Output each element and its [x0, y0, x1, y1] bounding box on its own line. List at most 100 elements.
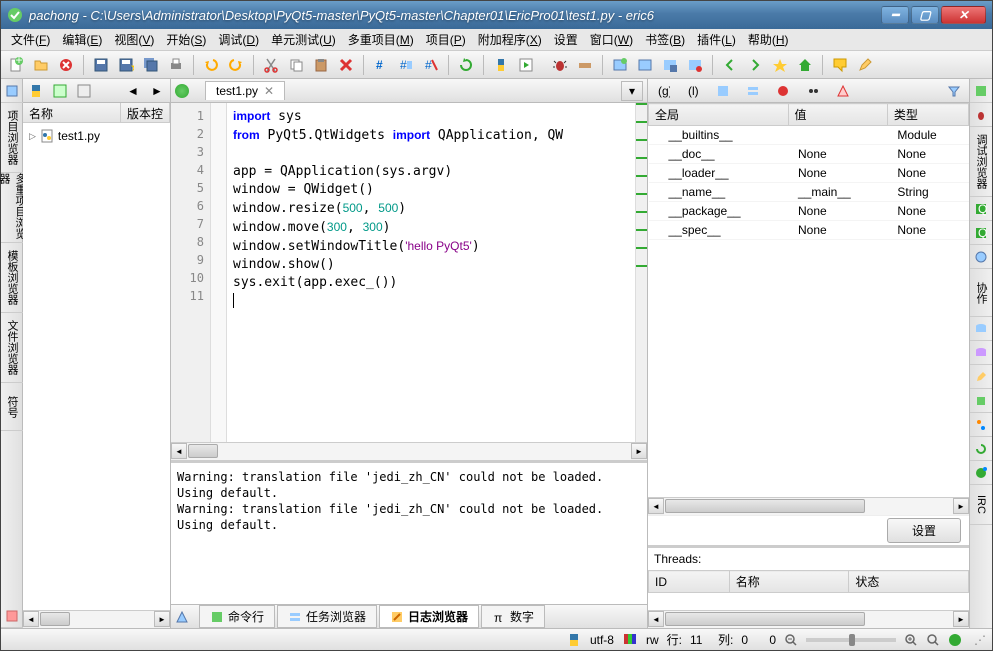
- menu-item[interactable]: 设置: [548, 29, 584, 50]
- comment-icon[interactable]: #: [370, 54, 392, 76]
- bottom-collapse-icon[interactable]: [175, 610, 193, 624]
- project-col-name[interactable]: 名称: [23, 103, 121, 122]
- dbg-globals-icon[interactable]: (g): [652, 80, 674, 102]
- tree-expand-icon[interactable]: ▷: [29, 131, 36, 142]
- menu-item[interactable]: 多重项目(M): [342, 29, 420, 50]
- bottom-tab[interactable]: 任务浏览器: [277, 605, 377, 628]
- project-close-icon[interactable]: [684, 54, 706, 76]
- rrail-qt1-icon[interactable]: Qt: [970, 197, 992, 221]
- debug-hscrollbar[interactable]: ◄►: [648, 497, 969, 515]
- threads-hscrollbar[interactable]: ◄►: [648, 610, 969, 628]
- rail-template-browser[interactable]: 模板浏览器: [1, 243, 23, 313]
- save-all-icon[interactable]: [140, 54, 162, 76]
- paste-icon[interactable]: [310, 54, 332, 76]
- undo-icon[interactable]: [200, 54, 222, 76]
- rrail-pencil-icon[interactable]: [970, 365, 992, 389]
- rrail-irc[interactable]: IRC: [970, 485, 992, 525]
- menu-item[interactable]: 窗口(W): [584, 29, 639, 50]
- editor-tab[interactable]: test1.py ✕: [205, 81, 285, 100]
- rrail-network-icon[interactable]: [970, 461, 992, 485]
- tool-icon[interactable]: [574, 54, 596, 76]
- menu-item[interactable]: 开始(S): [160, 29, 212, 50]
- var-col-value[interactable]: 值: [788, 104, 887, 126]
- project-tab-right-icon[interactable]: ►: [148, 82, 166, 100]
- delete-icon[interactable]: [335, 54, 357, 76]
- dbg-filter-icon[interactable]: [943, 80, 965, 102]
- rrail-top-icon[interactable]: [970, 79, 992, 103]
- var-col-type[interactable]: 类型: [887, 104, 968, 126]
- rrail-coop[interactable]: 协作: [970, 269, 992, 317]
- project-save-icon[interactable]: [659, 54, 681, 76]
- rail-file-browser[interactable]: 文件浏览器: [1, 313, 23, 383]
- resize-grip[interactable]: ⋰: [974, 633, 986, 647]
- nav-fwd-icon[interactable]: [744, 54, 766, 76]
- rrail-db1-icon[interactable]: [970, 317, 992, 341]
- var-col-name[interactable]: 全局: [649, 104, 789, 126]
- rrail-qt2-icon[interactable]: Qt: [970, 221, 992, 245]
- rail-symbols[interactable]: 符号: [1, 383, 23, 431]
- variable-row[interactable]: __spec__NoneNone: [649, 221, 969, 240]
- cut-icon[interactable]: [260, 54, 282, 76]
- dbg-except-icon[interactable]: [832, 80, 854, 102]
- code-content[interactable]: import sys from PyQt5.QtWidgets import Q…: [227, 103, 635, 442]
- dbg-break-icon[interactable]: [772, 80, 794, 102]
- project-tab-forms-icon[interactable]: [51, 82, 69, 100]
- rrail-refresh-icon[interactable]: [970, 437, 992, 461]
- editor-tab-close-icon[interactable]: ✕: [264, 84, 274, 98]
- editor-tab-dropdown[interactable]: ▾: [621, 81, 643, 101]
- tree-file-item[interactable]: ▷ test1.py: [27, 127, 166, 145]
- rrail-vcs-icon[interactable]: [970, 413, 992, 437]
- menu-item[interactable]: 调试(D): [212, 29, 265, 50]
- variable-row[interactable]: __package__NoneNone: [649, 202, 969, 221]
- comment-block-icon[interactable]: #: [395, 54, 417, 76]
- thread-col-state[interactable]: 状态: [849, 571, 969, 593]
- rail-collapse-icon[interactable]: [1, 79, 23, 103]
- project-tab-others-icon[interactable]: [75, 82, 93, 100]
- print-icon[interactable]: [165, 54, 187, 76]
- uncomment-icon[interactable]: #: [420, 54, 442, 76]
- project-hscrollbar[interactable]: ◄►: [23, 610, 170, 628]
- variable-row[interactable]: __doc__NoneNone: [649, 145, 969, 164]
- menu-item[interactable]: 帮助(H): [742, 29, 795, 50]
- variable-row[interactable]: __name____main__String: [649, 183, 969, 202]
- save-icon[interactable]: [90, 54, 112, 76]
- project-open-icon[interactable]: [634, 54, 656, 76]
- project-tab-left-icon[interactable]: ◄: [124, 82, 142, 100]
- fold-gutter[interactable]: [211, 103, 227, 442]
- rrail-bug-icon[interactable]: [970, 103, 992, 127]
- thread-col-name[interactable]: 名称: [729, 571, 849, 593]
- rrail-globe-icon[interactable]: [970, 245, 992, 269]
- reload-icon[interactable]: [455, 54, 477, 76]
- bottom-tab[interactable]: 命令行: [199, 605, 275, 628]
- dbg-locals-icon[interactable]: (l): [682, 80, 704, 102]
- whatsthis-icon[interactable]: [829, 54, 851, 76]
- rail-bottom-icon[interactable]: [1, 604, 23, 628]
- close-file-icon[interactable]: [55, 54, 77, 76]
- zoom-reset-icon[interactable]: [926, 633, 940, 647]
- menu-item[interactable]: 单元测试(U): [265, 29, 342, 50]
- project-tab-python-icon[interactable]: [27, 82, 45, 100]
- variable-row[interactable]: __builtins__Module: [649, 126, 969, 145]
- redo-icon[interactable]: [225, 54, 247, 76]
- run-indicator-icon[interactable]: [175, 84, 189, 98]
- copy-icon[interactable]: [285, 54, 307, 76]
- menu-item[interactable]: 书签(B): [639, 29, 691, 50]
- window-close-button[interactable]: ✕: [941, 6, 986, 24]
- new-file-icon[interactable]: +: [5, 54, 27, 76]
- zoom-in-icon[interactable]: [904, 633, 918, 647]
- bottom-tab[interactable]: 日志浏览器: [379, 605, 479, 628]
- dbg-watch-icon[interactable]: [802, 80, 824, 102]
- menu-item[interactable]: 编辑(E): [56, 29, 108, 50]
- rrail-debug-browser[interactable]: 调试浏览器: [970, 127, 992, 197]
- nav-back-icon[interactable]: [719, 54, 741, 76]
- dbg-source-icon[interactable]: [712, 80, 734, 102]
- bottom-tab[interactable]: π数字: [481, 605, 545, 628]
- menu-item[interactable]: 插件(L): [691, 29, 742, 50]
- rail-multi-project-browser[interactable]: 多重项目浏览器: [1, 173, 23, 243]
- window-maximize-button[interactable]: ▢: [911, 6, 939, 24]
- threads-table[interactable]: ID 名称 状态: [648, 570, 969, 610]
- run-script-icon[interactable]: [515, 54, 537, 76]
- menu-item[interactable]: 项目(P): [420, 29, 472, 50]
- variable-row[interactable]: __loader__NoneNone: [649, 164, 969, 183]
- thread-col-id[interactable]: ID: [649, 571, 730, 593]
